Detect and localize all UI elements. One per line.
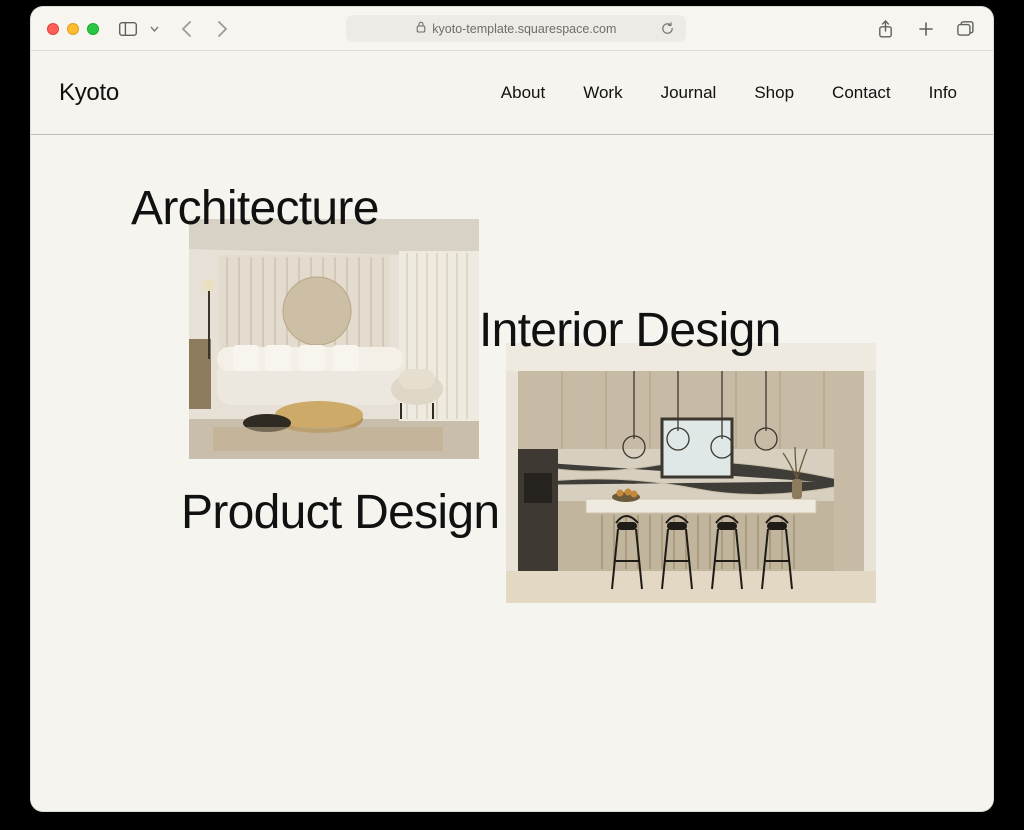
forward-button[interactable] [211, 18, 233, 40]
nav-work[interactable]: Work [583, 83, 622, 103]
browser-window: kyoto-template.squarespace.com [30, 6, 994, 812]
zoom-window-button[interactable] [87, 23, 99, 35]
chevron-down-icon[interactable] [149, 18, 159, 40]
browser-toolbar: kyoto-template.squarespace.com [31, 7, 993, 51]
back-button[interactable] [175, 18, 197, 40]
nav-shop[interactable]: Shop [754, 83, 794, 103]
lock-icon [416, 21, 426, 36]
sidebar-toggle-icon[interactable] [117, 18, 139, 40]
nav-about[interactable]: About [501, 83, 545, 103]
page-content: Kyoto About Work Journal Shop Contact In… [31, 51, 993, 811]
close-window-button[interactable] [47, 23, 59, 35]
tabs-overview-icon[interactable] [955, 18, 977, 40]
site-brand[interactable]: Kyoto [59, 79, 119, 107]
hero-image-living-room [189, 219, 479, 459]
site-header: Kyoto About Work Journal Shop Contact In… [31, 51, 993, 135]
share-icon[interactable] [875, 18, 897, 40]
refresh-icon[interactable] [656, 18, 678, 40]
hero-link-interior-design[interactable]: Interior Design [479, 307, 781, 355]
hero-image-kitchen [506, 343, 876, 603]
address-bar[interactable]: kyoto-template.squarespace.com [346, 15, 686, 42]
hero-link-architecture[interactable]: Architecture [131, 185, 379, 233]
new-tab-icon[interactable] [915, 18, 937, 40]
nav-journal[interactable]: Journal [661, 83, 717, 103]
minimize-window-button[interactable] [67, 23, 79, 35]
toolbar-right-group [875, 18, 977, 40]
nav-contact[interactable]: Contact [832, 83, 891, 103]
window-controls [47, 23, 99, 35]
address-bar-text: kyoto-template.squarespace.com [432, 22, 616, 36]
hero-section: Architecture Interior Design Product Des… [31, 135, 993, 811]
primary-nav: About Work Journal Shop Contact Info [501, 83, 957, 103]
nav-info[interactable]: Info [929, 83, 957, 103]
nav-arrow-group [175, 18, 233, 40]
hero-link-product-design[interactable]: Product Design [181, 489, 499, 537]
